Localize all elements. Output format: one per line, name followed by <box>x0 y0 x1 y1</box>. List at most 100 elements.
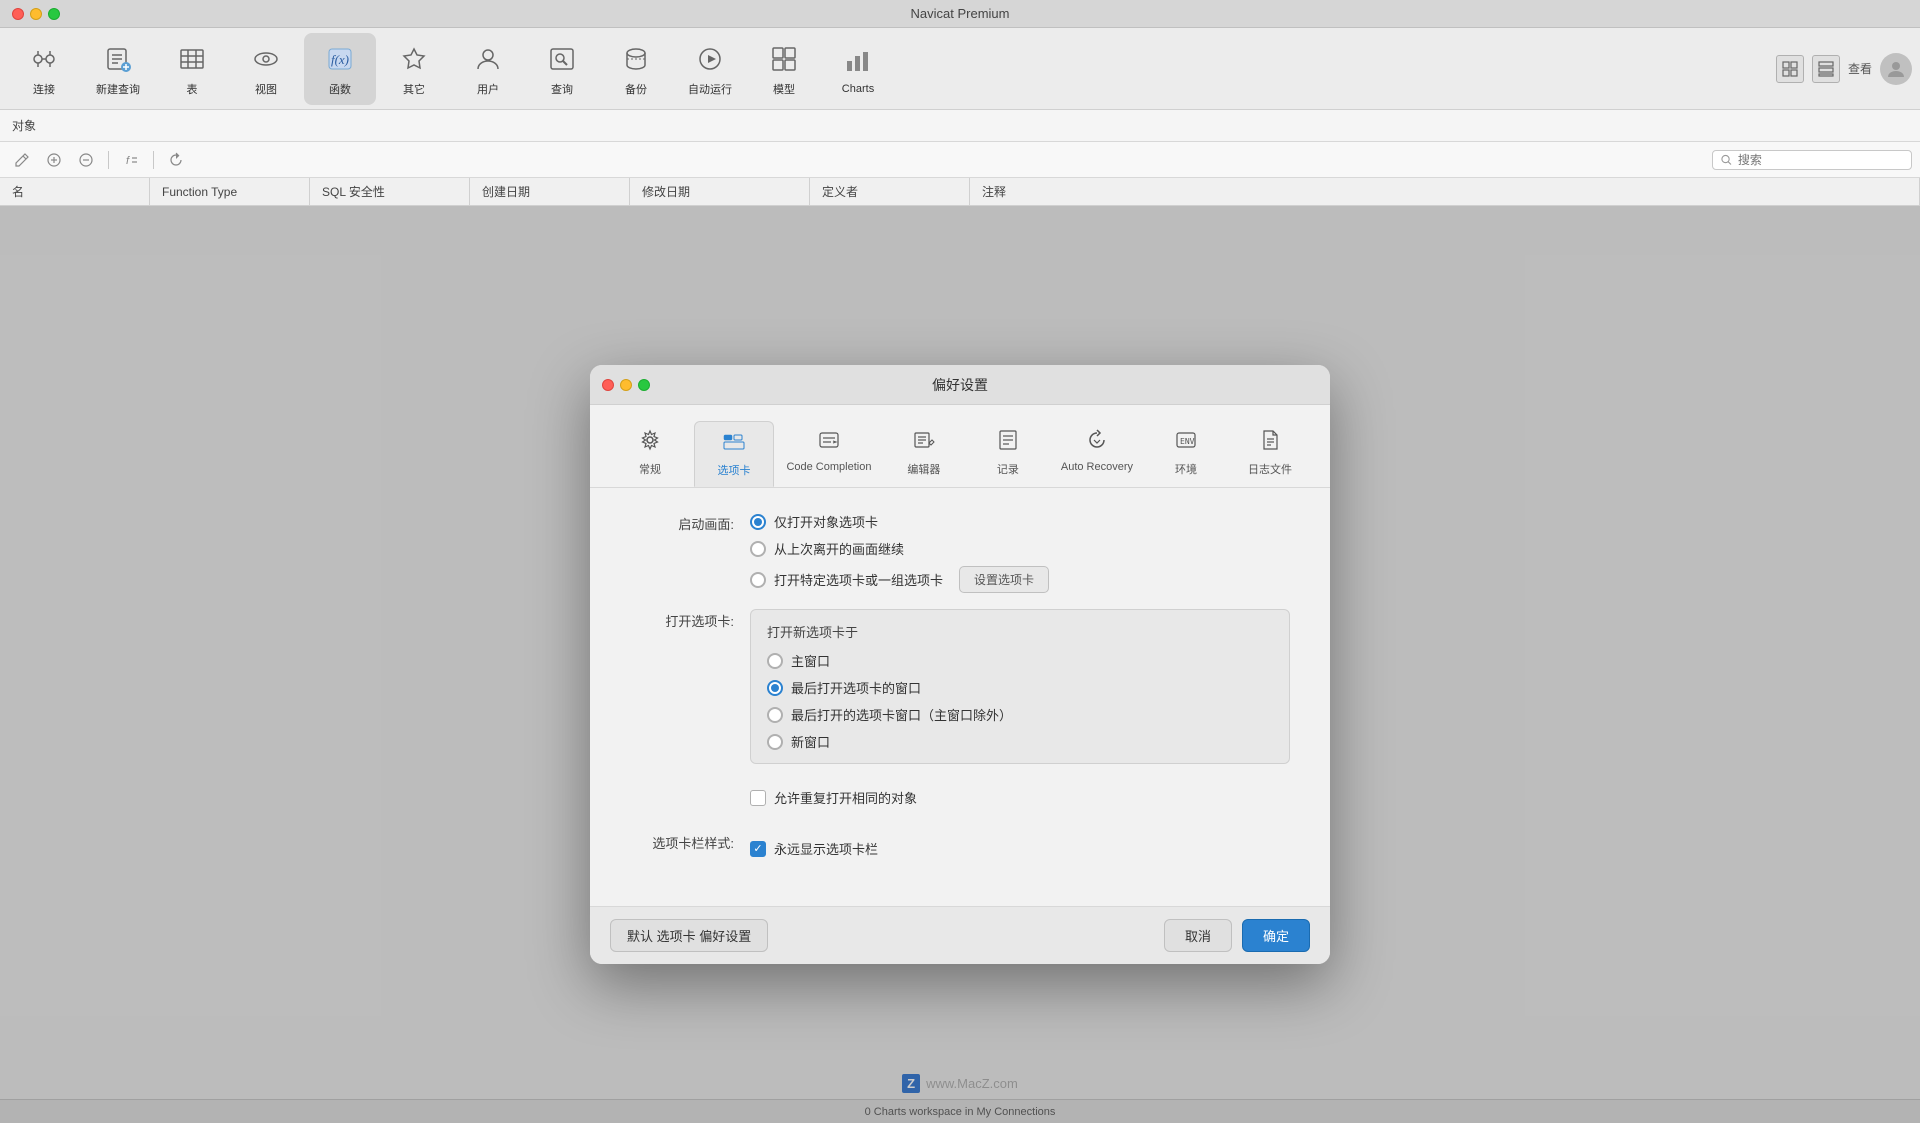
toolbar-connect-btn[interactable]: 连接 <box>8 33 80 105</box>
traffic-lights <box>12 8 60 20</box>
tab-auto-recovery[interactable]: Auto Recovery <box>1052 421 1142 487</box>
col-function-type: Function Type <box>150 178 310 205</box>
opentab-option-1[interactable]: 主窗口 <box>767 651 1273 670</box>
opentab-radio-1[interactable] <box>767 653 783 669</box>
opentab-option-4[interactable]: 新窗口 <box>767 732 1273 751</box>
newquery-icon <box>100 41 136 77</box>
footer-actions: 取消 确定 <box>1164 919 1310 952</box>
startup-radio-2[interactable] <box>750 541 766 557</box>
opentab-option-2[interactable]: 最后打开选项卡的窗口 <box>767 678 1273 697</box>
tab-editor[interactable]: 编辑器 <box>884 421 964 487</box>
formula-btn[interactable]: f <box>117 147 145 173</box>
view-toggle-2[interactable] <box>1812 55 1840 83</box>
tab-env[interactable]: ENV 环境 <box>1146 421 1226 487</box>
tab-log[interactable]: 记录 <box>968 421 1048 487</box>
toolbar-view-btn[interactable]: 视图 <box>230 33 302 105</box>
user-avatar-btn[interactable] <box>1880 53 1912 85</box>
col-comment: 注释 <box>970 178 1920 205</box>
startup-label: 启动画面: <box>630 512 750 533</box>
edit-btn[interactable] <box>8 147 36 173</box>
delete-btn[interactable] <box>72 147 100 173</box>
svg-text:f: f <box>126 155 130 167</box>
toolbar-right: 查看 <box>1776 53 1912 85</box>
toolbar-user-btn[interactable]: 用户 <box>452 33 524 105</box>
opentab-radio-2[interactable] <box>767 680 783 696</box>
toolbar-backup-btn[interactable]: 备份 <box>600 33 672 105</box>
col-name: 名 <box>0 178 150 205</box>
refresh-btn[interactable] <box>162 147 190 173</box>
toolbar-charts-btn[interactable]: Charts <box>822 33 894 105</box>
toolbar-autorun-btn[interactable]: 自动运行 <box>674 33 746 105</box>
table-header: 名 Function Type SQL 安全性 创建日期 修改日期 定义者 注释 <box>0 178 1920 206</box>
col-sql-security: SQL 安全性 <box>310 178 470 205</box>
toolbar-newquery-btn[interactable]: 新建查询 <box>82 33 154 105</box>
toolbar-other-btn[interactable]: 其它 <box>378 33 450 105</box>
tabbar-style-row: 选项卡栏样式: ✓ 永远显示选项卡栏 <box>630 831 1290 866</box>
titlebar: Navicat Premium <box>0 0 1920 28</box>
dialog-titlebar: 偏好设置 <box>590 365 1330 405</box>
charts-icon <box>840 43 876 79</box>
toolbar-model-btn[interactable]: 模型 <box>748 33 820 105</box>
default-settings-btn[interactable]: 默认 选项卡 偏好设置 <box>610 919 768 952</box>
tab-log-label: 记录 <box>997 461 1019 477</box>
app-container: Navicat Premium 连接 <box>0 0 1920 1123</box>
tabbar-style-label: 选项卡栏样式: <box>630 831 750 852</box>
tab-env-label: 环境 <box>1175 461 1197 477</box>
set-tab-btn[interactable]: 设置选项卡 <box>959 566 1049 593</box>
toolbar-query-btn[interactable]: 查询 <box>526 33 598 105</box>
actionbar: f <box>0 142 1920 178</box>
opentab-label: 打开选项卡: <box>630 609 750 630</box>
model-icon <box>766 41 802 77</box>
confirm-btn[interactable]: 确定 <box>1242 919 1310 952</box>
allow-reopen-checkbox[interactable] <box>750 790 766 806</box>
startup-option-3[interactable]: 打开特定选项卡或一组选项卡 设置选项卡 <box>750 566 1290 593</box>
auto-recovery-icon <box>1086 429 1108 457</box>
tab-log-file[interactable]: 日志文件 <box>1230 421 1310 487</box>
toolbar-function-btn[interactable]: f(x) 函数 <box>304 33 376 105</box>
charts-label: Charts <box>842 83 874 95</box>
dialog-tabs: 常规 选项卡 <box>590 405 1330 488</box>
svg-text:f(x): f(x) <box>331 52 349 67</box>
cancel-btn[interactable]: 取消 <box>1164 919 1232 952</box>
function-label: 函数 <box>329 81 351 97</box>
search-area <box>1712 150 1912 170</box>
view-icon <box>248 41 284 77</box>
tab-code-completion-label: Code Completion <box>786 461 871 473</box>
tab-tabs-label: 选项卡 <box>718 462 751 478</box>
allow-reopen-row: 允许重复打开相同的对象 <box>750 780 1290 815</box>
view-toggle-1[interactable] <box>1776 55 1804 83</box>
tab-general[interactable]: 常规 <box>610 421 690 487</box>
tab-tabs[interactable]: 选项卡 <box>694 421 774 487</box>
startup-option-1[interactable]: 仅打开对象选项卡 <box>750 512 1290 531</box>
user-label: 用户 <box>477 81 499 97</box>
autorun-label: 自动运行 <box>688 81 732 97</box>
tab-code-completion[interactable]: Code Completion <box>778 421 880 487</box>
startup-option-2-label: 从上次离开的画面继续 <box>774 539 904 558</box>
objectbar: 对象 <box>0 110 1920 142</box>
minimize-button[interactable] <box>30 8 42 20</box>
query-icon <box>544 41 580 77</box>
opentab-radio-4[interactable] <box>767 734 783 750</box>
dialog-maximize-btn[interactable] <box>638 379 650 391</box>
search-input[interactable] <box>1738 153 1903 167</box>
opentab-radio-3[interactable] <box>767 707 783 723</box>
startup-option-1-label: 仅打开对象选项卡 <box>774 512 878 531</box>
startup-option-2[interactable]: 从上次离开的画面继续 <box>750 539 1290 558</box>
startup-radio-3[interactable] <box>750 572 766 588</box>
opentab-option-2-label: 最后打开选项卡的窗口 <box>791 678 921 697</box>
dialog-minimize-btn[interactable] <box>620 379 632 391</box>
maximize-button[interactable] <box>48 8 60 20</box>
startup-controls: 仅打开对象选项卡 从上次离开的画面继续 打开特定选项卡或一组选项卡 设置选项卡 <box>750 512 1290 593</box>
tabbar-style-checkbox[interactable]: ✓ <box>750 841 766 857</box>
col-definedby: 定义者 <box>810 178 970 205</box>
add-btn[interactable] <box>40 147 68 173</box>
startup-radio-1[interactable] <box>750 514 766 530</box>
tabbar-style-checkbox-row[interactable]: ✓ 永远显示选项卡栏 <box>750 839 1290 858</box>
allow-reopen-checkbox-row[interactable]: 允许重复打开相同的对象 <box>750 788 917 807</box>
close-button[interactable] <box>12 8 24 20</box>
dialog-close-btn[interactable] <box>602 379 614 391</box>
opentab-option-3[interactable]: 最后打开的选项卡窗口（主窗口除外） <box>767 705 1273 724</box>
opentab-header: 打开新选项卡于 <box>767 622 1273 641</box>
toolbar: 连接 新建查询 <box>0 28 1920 110</box>
toolbar-table-btn[interactable]: 表 <box>156 33 228 105</box>
